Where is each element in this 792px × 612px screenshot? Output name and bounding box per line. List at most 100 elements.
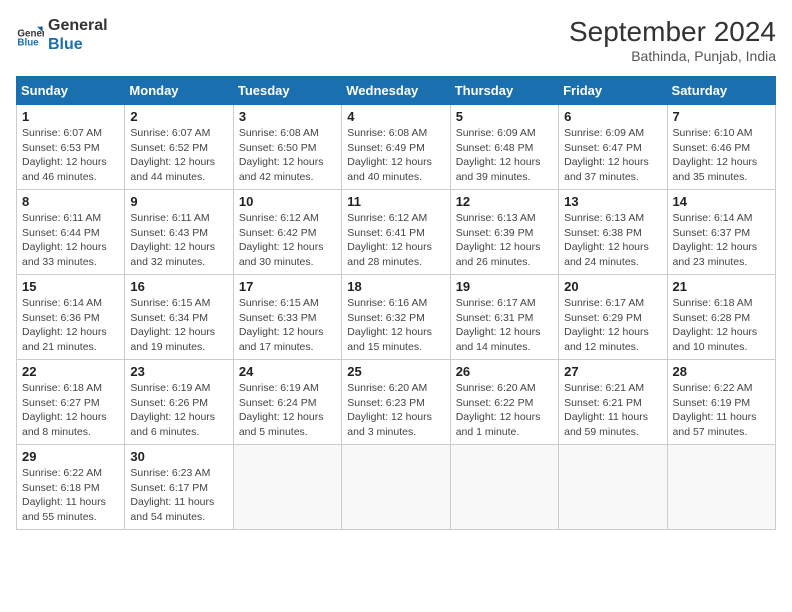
- day-info: Sunrise: 6:08 AMSunset: 6:49 PMDaylight:…: [347, 126, 444, 185]
- empty-cell: [667, 445, 775, 530]
- empty-cell: [233, 445, 341, 530]
- day-number: 19: [456, 279, 553, 294]
- day-info: Sunrise: 6:08 AMSunset: 6:50 PMDaylight:…: [239, 126, 336, 185]
- day-number: 18: [347, 279, 444, 294]
- day-cell-30: 30Sunrise: 6:23 AMSunset: 6:17 PMDayligh…: [125, 445, 233, 530]
- day-info: Sunrise: 6:15 AMSunset: 6:34 PMDaylight:…: [130, 296, 227, 355]
- title-block: September 2024 Bathinda, Punjab, India: [569, 16, 776, 64]
- day-info: Sunrise: 6:11 AMSunset: 6:43 PMDaylight:…: [130, 211, 227, 270]
- day-number: 16: [130, 279, 227, 294]
- day-number: 5: [456, 109, 553, 124]
- svg-text:Blue: Blue: [17, 38, 39, 49]
- day-number: 10: [239, 194, 336, 209]
- calendar-header-row: SundayMondayTuesdayWednesdayThursdayFrid…: [17, 77, 776, 105]
- empty-cell: [450, 445, 558, 530]
- day-cell-19: 19 Sunrise: 6:17 AMSunset: 6:31 PMDayligh…: [450, 275, 558, 360]
- calendar-week-5: 29 Sunrise: 6:22 AMSunset: 6:18 PMDayligh…: [17, 445, 776, 530]
- day-number: 12: [456, 194, 553, 209]
- day-header-saturday: Saturday: [667, 77, 775, 105]
- day-number: 29: [22, 449, 119, 464]
- day-cell-5: 5 Sunrise: 6:09 AMSunset: 6:48 PMDaylight…: [450, 105, 558, 190]
- location-subtitle: Bathinda, Punjab, India: [569, 48, 776, 64]
- day-header-wednesday: Wednesday: [342, 77, 450, 105]
- day-info: Sunrise: 6:12 AMSunset: 6:42 PMDaylight:…: [239, 211, 336, 270]
- calendar-week-3: 15Sunrise: 6:14 AMSunset: 6:36 PMDayligh…: [17, 275, 776, 360]
- logo: General Blue General Blue: [16, 16, 108, 54]
- day-number: 14: [673, 194, 770, 209]
- month-year-title: September 2024: [569, 16, 776, 48]
- day-number: 13: [564, 194, 661, 209]
- day-info: Sunrise: 6:18 AMSunset: 6:27 PMDaylight:…: [22, 381, 119, 440]
- day-info: Sunrise: 6:12 AMSunset: 6:41 PMDaylight:…: [347, 211, 444, 270]
- day-number: 15: [22, 279, 119, 294]
- day-cell-6: 6 Sunrise: 6:09 AMSunset: 6:47 PMDaylight…: [559, 105, 667, 190]
- day-cell-16: 16 Sunrise: 6:15 AMSunset: 6:34 PMDayligh…: [125, 275, 233, 360]
- day-info: Sunrise: 6:15 AMSunset: 6:33 PMDaylight:…: [239, 296, 336, 355]
- day-cell-7: 7 Sunrise: 6:10 AMSunset: 6:46 PMDaylight…: [667, 105, 775, 190]
- day-header-tuesday: Tuesday: [233, 77, 341, 105]
- day-info: Sunrise: 6:09 AMSunset: 6:48 PMDaylight:…: [456, 126, 553, 185]
- day-number: 28: [673, 364, 770, 379]
- day-cell-8: 8 Sunrise: 6:11 AMSunset: 6:44 PMDaylight…: [17, 190, 125, 275]
- calendar-week-1: 1 Sunrise: 6:07 AMSunset: 6:53 PMDaylight…: [17, 105, 776, 190]
- day-info: Sunrise: 6:10 AMSunset: 6:46 PMDaylight:…: [673, 126, 770, 185]
- day-number: 20: [564, 279, 661, 294]
- day-number: 7: [673, 109, 770, 124]
- day-number: 27: [564, 364, 661, 379]
- day-header-monday: Monday: [125, 77, 233, 105]
- day-cell-24: 24Sunrise: 6:19 AMSunset: 6:24 PMDayligh…: [233, 360, 341, 445]
- day-info: Sunrise: 6:17 AMSunset: 6:31 PMDaylight:…: [456, 296, 553, 355]
- empty-cell: [342, 445, 450, 530]
- day-info: Sunrise: 6:09 AMSunset: 6:47 PMDaylight:…: [564, 126, 661, 185]
- day-cell-15: 15Sunrise: 6:14 AMSunset: 6:36 PMDayligh…: [17, 275, 125, 360]
- day-number: 21: [673, 279, 770, 294]
- calendar-week-2: 8 Sunrise: 6:11 AMSunset: 6:44 PMDaylight…: [17, 190, 776, 275]
- day-cell-13: 13Sunrise: 6:13 AMSunset: 6:38 PMDayligh…: [559, 190, 667, 275]
- day-number: 8: [22, 194, 119, 209]
- day-number: 2: [130, 109, 227, 124]
- day-cell-11: 11 Sunrise: 6:12 AMSunset: 6:41 PMDayligh…: [342, 190, 450, 275]
- day-cell-3: 3 Sunrise: 6:08 AMSunset: 6:50 PMDaylight…: [233, 105, 341, 190]
- day-cell-12: 12 Sunrise: 6:13 AMSunset: 6:39 PMDayligh…: [450, 190, 558, 275]
- day-number: 26: [456, 364, 553, 379]
- day-number: 3: [239, 109, 336, 124]
- day-cell-26: 26Sunrise: 6:20 AMSunset: 6:22 PMDayligh…: [450, 360, 558, 445]
- day-info: Sunrise: 6:16 AMSunset: 6:32 PMDaylight:…: [347, 296, 444, 355]
- day-info: Sunrise: 6:11 AMSunset: 6:44 PMDaylight:…: [22, 211, 119, 270]
- day-info: Sunrise: 6:20 AMSunset: 6:23 PMDaylight:…: [347, 381, 444, 440]
- day-header-sunday: Sunday: [17, 77, 125, 105]
- day-info: Sunrise: 6:22 AMSunset: 6:19 PMDaylight:…: [673, 381, 770, 440]
- day-cell-22: 22 Sunrise: 6:18 AMSunset: 6:27 PMDayligh…: [17, 360, 125, 445]
- calendar-week-4: 22 Sunrise: 6:18 AMSunset: 6:27 PMDayligh…: [17, 360, 776, 445]
- day-info: Sunrise: 6:13 AMSunset: 6:39 PMDaylight:…: [456, 211, 553, 270]
- day-number: 17: [239, 279, 336, 294]
- day-info: Sunrise: 6:07 AMSunset: 6:53 PMDaylight:…: [22, 126, 119, 185]
- day-number: 9: [130, 194, 227, 209]
- day-info: Sunrise: 6:19 AMSunset: 6:26 PMDaylight:…: [130, 381, 227, 440]
- day-cell-20: 20 Sunrise: 6:17 AMSunset: 6:29 PMDayligh…: [559, 275, 667, 360]
- logo-blue: Blue: [48, 35, 108, 54]
- day-cell-27: 27Sunrise: 6:21 AMSunset: 6:21 PMDayligh…: [559, 360, 667, 445]
- day-cell-9: 9 Sunrise: 6:11 AMSunset: 6:43 PMDaylight…: [125, 190, 233, 275]
- day-number: 4: [347, 109, 444, 124]
- day-cell-10: 10 Sunrise: 6:12 AMSunset: 6:42 PMDayligh…: [233, 190, 341, 275]
- day-cell-29: 29 Sunrise: 6:22 AMSunset: 6:18 PMDayligh…: [17, 445, 125, 530]
- day-number: 25: [347, 364, 444, 379]
- day-info: Sunrise: 6:07 AMSunset: 6:52 PMDaylight:…: [130, 126, 227, 185]
- day-number: 6: [564, 109, 661, 124]
- logo-general: General: [48, 16, 108, 35]
- day-number: 11: [347, 194, 444, 209]
- day-number: 1: [22, 109, 119, 124]
- day-number: 23: [130, 364, 227, 379]
- day-cell-21: 21Sunrise: 6:18 AMSunset: 6:28 PMDayligh…: [667, 275, 775, 360]
- day-info: Sunrise: 6:17 AMSunset: 6:29 PMDaylight:…: [564, 296, 661, 355]
- day-cell-4: 4 Sunrise: 6:08 AMSunset: 6:49 PMDaylight…: [342, 105, 450, 190]
- page-header: General Blue General Blue September 2024…: [16, 16, 776, 64]
- day-cell-1: 1 Sunrise: 6:07 AMSunset: 6:53 PMDaylight…: [17, 105, 125, 190]
- day-header-friday: Friday: [559, 77, 667, 105]
- calendar-table: SundayMondayTuesdayWednesdayThursdayFrid…: [16, 76, 776, 530]
- day-info: Sunrise: 6:14 AMSunset: 6:37 PMDaylight:…: [673, 211, 770, 270]
- day-info: Sunrise: 6:22 AMSunset: 6:18 PMDaylight:…: [22, 466, 119, 525]
- day-header-thursday: Thursday: [450, 77, 558, 105]
- day-number: 22: [22, 364, 119, 379]
